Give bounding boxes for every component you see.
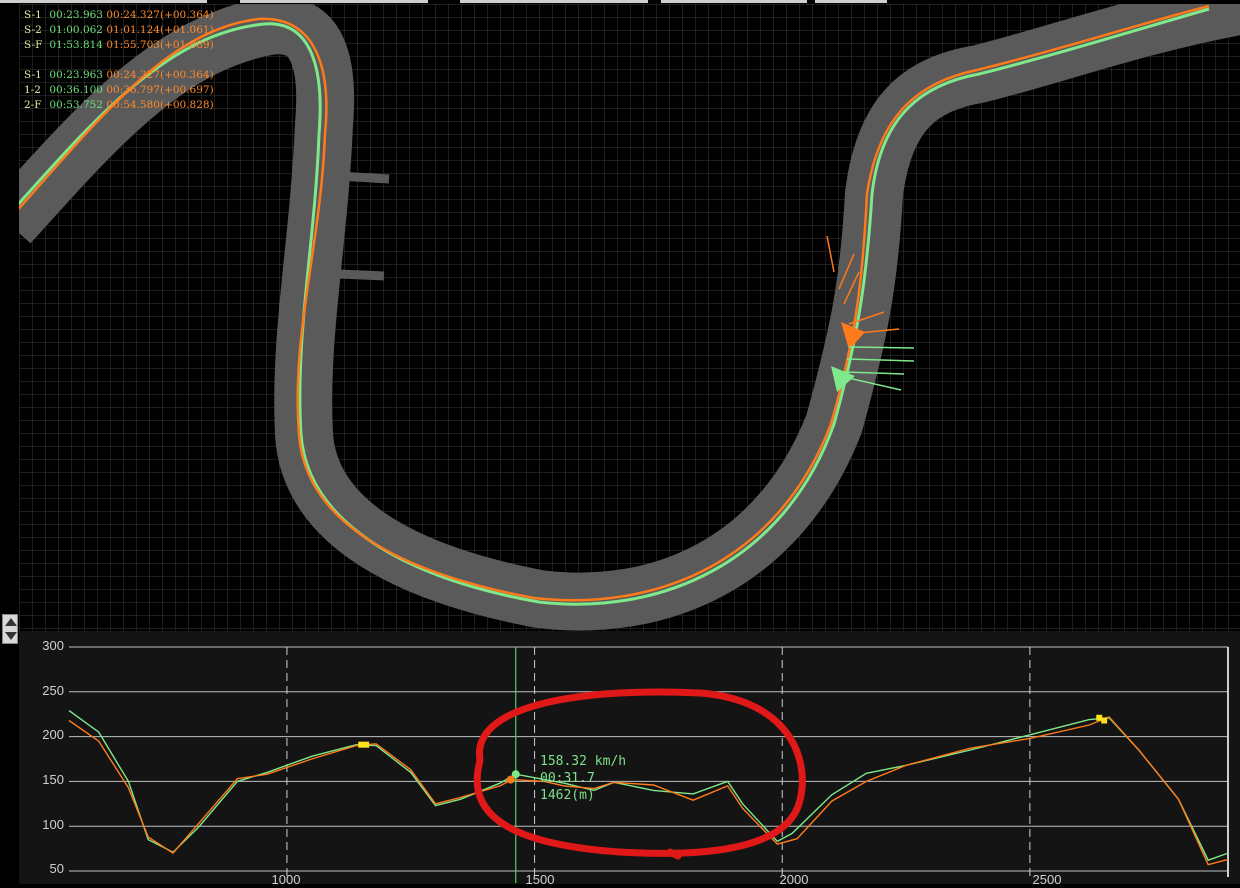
cursor-time: 00:31.7 [540, 771, 595, 786]
sector-best-time: 00:36.100 [49, 84, 103, 96]
sector-marker [1101, 717, 1108, 724]
sector-row: 1-2 00:36.100 00:36.797(+00.697) [24, 83, 214, 98]
pit-marker-2 [338, 269, 385, 281]
sector-current-time: 00:24.327(+00.364) [106, 9, 214, 21]
tab-5[interactable] [815, 0, 887, 3]
x-tick-label: 2500 [1032, 872, 1062, 887]
sector-row: S-2 01:00.062 01:01.124(+01.061) [24, 23, 214, 38]
sector-label: S-1 [24, 69, 42, 81]
cursor-readout: 158.32 km/h 00:31.7 1462(m) [540, 753, 626, 804]
cursor-speed: 158.32 km/h [540, 754, 627, 769]
sector-label: 1-2 [24, 84, 41, 96]
y-tick-label: 200 [42, 727, 64, 742]
sector-best-time: 00:53.752 [49, 99, 103, 111]
cursor-distance: 1462(m) [540, 788, 595, 803]
sector-current-time: 01:01.124(+01.061) [106, 24, 214, 36]
sector-times-total: S-1 00:23.963 00:24.327(+00.364) S-2 01:… [24, 8, 214, 53]
sector-best-time: 00:23.963 [49, 69, 103, 81]
sector-best-time: 01:53.814 [49, 39, 103, 51]
speed-chart-panel[interactable] [19, 631, 1240, 884]
sector-current-time: 00:36.797(+00.697) [106, 84, 214, 96]
tab-2[interactable] [240, 0, 428, 3]
sector-label: S-2 [24, 24, 42, 36]
sector-label: S-1 [24, 9, 42, 21]
sector-best-time: 01:00.062 [49, 24, 103, 36]
splitter-scroll-button[interactable] [2, 614, 18, 644]
arrow-down-icon[interactable] [5, 632, 17, 640]
sector-label: S-F [24, 39, 43, 51]
sector-current-time: 00:54.580(+00.828) [106, 99, 214, 111]
current-lap-speed-line [68, 716, 1229, 866]
tab-1[interactable] [0, 0, 207, 3]
x-tick-label: 1500 [525, 872, 555, 887]
arrow-up-icon[interactable] [5, 618, 17, 626]
y-tick-label: 250 [42, 683, 64, 698]
x-tick-label: 1000 [271, 872, 301, 887]
sector-row: S-1 00:23.963 00:24.327(+00.364) [24, 68, 214, 83]
y-tick-label: 50 [49, 861, 64, 876]
sector-current-time: 00:24.327(+00.364) [106, 69, 214, 81]
tab-3[interactable] [460, 0, 648, 3]
tab-4[interactable] [661, 0, 807, 3]
cursor-point-current [506, 775, 515, 784]
pit-marker-1 [338, 171, 390, 184]
sector-label: 2-F [24, 99, 42, 111]
x-tick-label: 2000 [779, 872, 809, 887]
y-tick-label: 100 [42, 817, 64, 832]
sector-row: 2-F 00:53.752 00:54.580(+00.828) [24, 98, 214, 113]
sector-marker [363, 741, 370, 748]
sector-best-time: 00:23.963 [49, 9, 103, 21]
sector-current-time: 01:55.703(+01.889) [106, 39, 214, 51]
left-strip [0, 4, 19, 884]
speed-chart[interactable] [19, 631, 1240, 884]
sector-times-split: S-1 00:23.963 00:24.327(+00.364) 1-2 00:… [24, 68, 214, 113]
sector-row: S-1 00:23.963 00:24.327(+00.364) [24, 8, 214, 23]
y-tick-label: 300 [42, 638, 64, 653]
sector-row: S-F 01:53.814 01:55.703(+01.889) [24, 38, 214, 53]
y-tick-label: 150 [42, 772, 64, 787]
